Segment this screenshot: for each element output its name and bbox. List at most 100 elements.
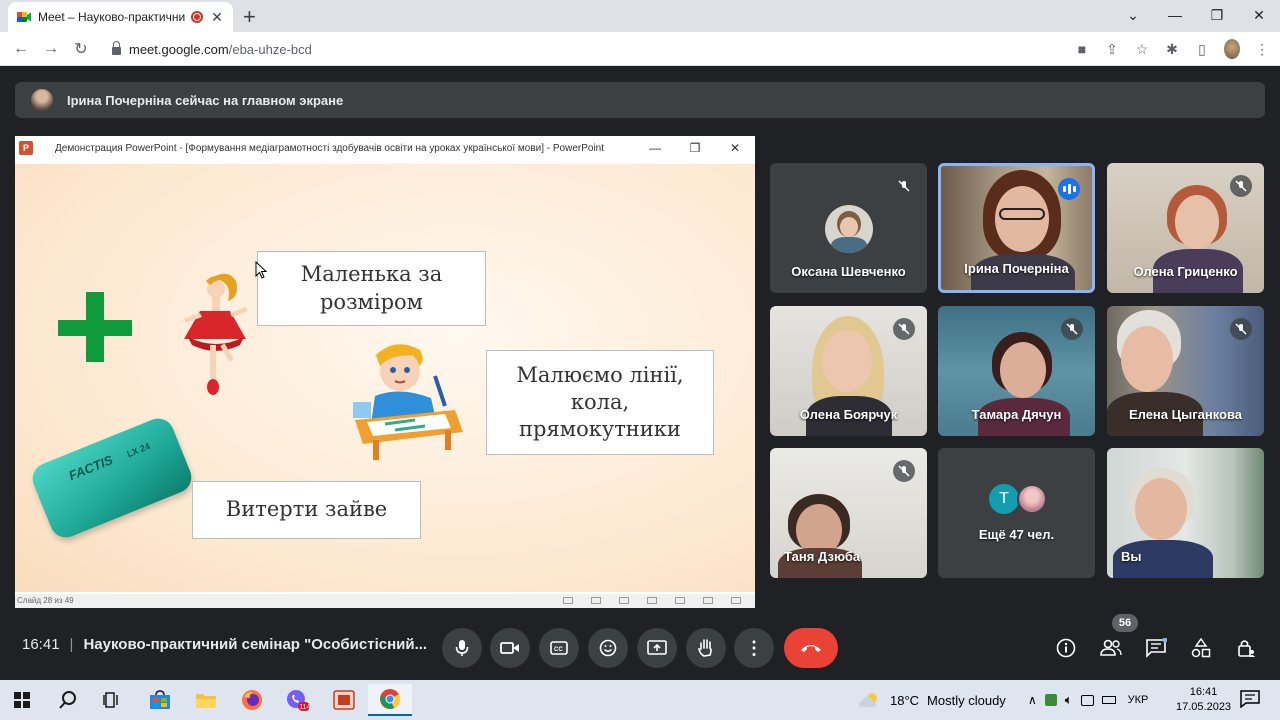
tray-chevron-icon[interactable]: ∧ [1028,693,1037,707]
people-count-badge: 56 [1112,614,1138,632]
muted-mic-icon [1061,318,1083,340]
tab-title: Meet – Науково-практичний [38,10,185,24]
lock-icon[interactable] [112,41,121,55]
ppt-close-icon: ✕ [729,141,741,155]
forward-icon[interactable]: → [36,40,66,58]
taskbar-store[interactable] [138,684,182,716]
raise-hand-button[interactable] [686,628,726,668]
participant-name: Оксана Шевченко [791,264,906,279]
tray-app-icon[interactable] [1044,694,1057,706]
video-camera-icon [500,642,519,654]
participant-tile-3[interactable]: Олена Гриценко [1107,163,1264,293]
participant-tile-1[interactable]: Оксана Шевченко [770,163,927,293]
presenter-avatar [31,89,53,111]
hangup-phone-icon [801,645,821,652]
chat-button[interactable] [1142,634,1170,662]
microphone-button[interactable] [442,628,482,668]
participant-name: Елена Цыганкова [1128,407,1243,422]
captions-icon: CC [550,641,568,655]
restore-button[interactable]: ❐ [1196,0,1238,32]
camera-button[interactable] [490,628,530,668]
ppt-view-icons [563,597,741,604]
taskbar-powerpoint[interactable] [322,684,366,716]
ppt-window-title: Демонстрация PowerPoint - [Формування ме… [55,142,605,154]
participant-face [1000,342,1046,398]
close-tab-icon[interactable]: ✕ [209,9,225,26]
host-controls-button[interactable] [1232,634,1260,662]
more-participants-tile[interactable]: T Ещё 47 чел. [938,448,1095,578]
participant-name: Олена Боярчук [799,407,898,422]
self-view-tile[interactable]: Вы [1107,448,1264,578]
chrome-icon [380,689,401,709]
separator: | [69,636,74,653]
share-icon[interactable]: ⇪ [1104,41,1120,58]
meeting-title: Науково-практичний семінар "Особистісний… [83,636,428,653]
toolbar-actions: ■ ⇪ ☆ ✱ ▯ ⋮ [1074,32,1270,66]
participant-tile-2[interactable]: Ірина Почерніна [938,163,1095,293]
taskbar-chrome[interactable] [368,684,412,716]
participant-face [822,330,872,392]
start-button[interactable] [0,684,44,716]
taskbar-firefox[interactable] [230,684,274,716]
participant-avatar [825,205,873,253]
browser-tab-meet[interactable]: Meet – Науково-практичний ✕ [8,2,233,32]
system-clock[interactable]: 16:41 17.05.2023 [1176,685,1231,715]
participant-tile-5[interactable]: Тамара Дячун [938,306,1095,436]
volume-icon[interactable]: 🔈︎ [1065,692,1073,708]
prev-slide-icon [563,597,573,604]
new-tab-button[interactable]: + [243,4,256,30]
next-slide-icon [619,597,629,604]
presentation-window: P Демонстрация PowerPoint - [Формування … [15,136,755,608]
side-panel-icon[interactable]: ▯ [1194,41,1210,58]
participant-face [1121,326,1173,392]
extensions-icon[interactable]: ✱ [1164,41,1180,58]
profile-avatar[interactable] [1224,39,1240,59]
google-meet-icon [17,12,31,22]
close-window-button[interactable]: ✕ [1238,0,1280,32]
presenting-banner: Ірина Почерніна сейчас на главном экране [15,82,1265,118]
meeting-details-button[interactable] [1052,634,1080,662]
search-button[interactable] [46,684,90,716]
lock-person-icon [1238,640,1255,657]
normal-view-icon [647,597,657,604]
menu-slide-icon [591,597,601,604]
minimize-button[interactable]: — [1154,0,1196,32]
present-screen-button[interactable] [637,628,677,668]
tray-display-icon[interactable] [1080,694,1094,706]
slideshow-view-icon [731,597,741,604]
glasses [999,208,1045,220]
language-indicator[interactable]: УКР [1128,694,1149,706]
slide-counter: Слайд 28 из 49 [17,596,74,605]
leave-call-button[interactable] [784,628,838,668]
participant-name: Таня Дзюба [784,549,861,564]
weather-widget[interactable]: 18°C Mostly cloudy [858,680,1006,720]
people-button[interactable] [1097,634,1125,662]
people-icon [1100,639,1122,656]
participant-tile-4[interactable]: Олена Боярчук [770,306,927,436]
reactions-button[interactable] [588,628,628,668]
weather-temperature: 18°C [890,692,920,708]
callout-2-text: Малюємо лінії, кола, прямокутники [516,362,684,442]
tab-search-icon[interactable]: ⌄ [1112,0,1154,32]
browser-toolbar: ← → ↻ meet.google.com/eba-uhze-bcd ■ ⇪ ☆… [0,32,1280,66]
activities-button[interactable] [1187,634,1215,662]
participant-tile-7[interactable]: Таня Дзюба [770,448,927,578]
notifications-icon[interactable] [1240,690,1260,708]
bookmark-star-icon[interactable]: ☆ [1134,41,1150,58]
taskbar-file-explorer[interactable] [184,684,228,716]
address-bar[interactable]: meet.google.com/eba-uhze-bcd [102,36,1152,62]
ppt-status-bar: Слайд 28 из 49 [15,594,755,608]
more-options-button[interactable]: ⋮ [734,628,774,668]
task-view-button[interactable] [90,684,134,716]
meeting-controls-bar: 16:41 | Науково-практичний семінар "Особис… [0,614,1280,680]
muted-mic-icon [1230,175,1252,197]
battery-icon[interactable] [1101,696,1116,704]
taskbar-viber[interactable]: 114 [276,684,320,716]
reload-icon[interactable]: ↻ [66,39,96,59]
captions-button[interactable]: CC [539,628,579,668]
back-icon[interactable]: ← [6,40,36,58]
participant-tile-6[interactable]: Елена Цыганкова [1107,306,1264,436]
camera-icon[interactable]: ■ [1074,41,1090,57]
menu-dots-icon[interactable]: ⋮ [1254,41,1270,58]
muted-mic-icon [893,175,915,197]
